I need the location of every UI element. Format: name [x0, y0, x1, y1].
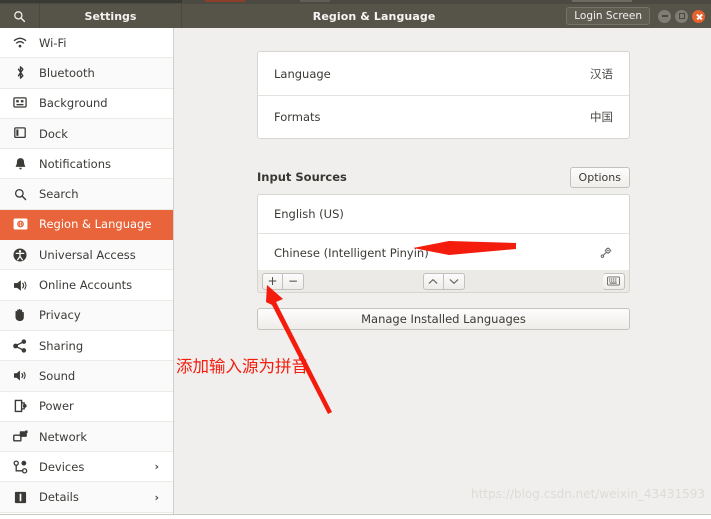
keyboard-layout-group	[603, 272, 625, 290]
sidebar-item-label: Universal Access	[39, 247, 136, 262]
privacy-hand-icon	[10, 307, 30, 323]
sidebar-item-label: Wi-Fi	[39, 35, 67, 50]
desktop-sliver-right	[572, 0, 632, 2]
reorder-group	[422, 272, 465, 290]
online-accounts-icon	[10, 277, 30, 293]
input-source-row-chinese[interactable]: Chinese (Intelligent Pinyin)	[258, 233, 629, 271]
settings-window: Settings Region & Language Login Screen …	[0, 0, 711, 519]
settings-label: Settings	[40, 4, 182, 28]
sidebar-item-details[interactable]: Details ›	[0, 482, 173, 513]
sidebar-item-region-language[interactable]: Region & Language	[0, 209, 173, 241]
language-card: Language 汉语 Formats 中国	[257, 51, 630, 139]
titlebar: Settings Region & Language Login Screen	[0, 4, 711, 28]
sidebar-item-label: Network	[39, 429, 88, 444]
sidebar-item-label: Search	[39, 187, 79, 202]
desktop-sliver-accent	[205, 0, 245, 2]
network-icon	[10, 429, 30, 445]
sharing-icon	[10, 338, 30, 354]
move-down-button[interactable]	[443, 272, 465, 290]
sidebar-item-sound[interactable]: Sound	[0, 361, 173, 392]
remove-input-source-button[interactable]: −	[283, 272, 304, 290]
maximize-button[interactable]	[675, 9, 688, 23]
input-sources-header: Input Sources Options	[257, 166, 630, 188]
background-icon	[10, 95, 30, 111]
keyboard-icon[interactable]	[603, 272, 625, 290]
add-remove-group: + −	[262, 272, 304, 290]
details-icon	[10, 489, 30, 505]
options-button[interactable]: Options	[569, 166, 630, 188]
sidebar-item-label: Background	[39, 96, 108, 111]
sound-icon	[10, 368, 30, 384]
formats-label: Formats	[274, 110, 321, 124]
sidebar-item-label: Dock	[39, 126, 68, 141]
sidebar[interactable]: Wi-Fi Bluetooth Background Dock Notifica…	[0, 28, 174, 519]
universal-access-icon	[10, 247, 30, 263]
sidebar-item-label: Sharing	[39, 338, 84, 353]
input-sources-toolbar: + −	[257, 270, 630, 293]
move-up-button[interactable]	[422, 272, 444, 290]
desktop-sliver-left	[0, 0, 182, 3]
sidebar-item-label: Notifications	[39, 156, 111, 171]
search-button[interactable]	[0, 4, 40, 28]
minimize-button[interactable]	[658, 9, 671, 23]
sidebar-item-wifi[interactable]: Wi-Fi	[0, 28, 173, 59]
sidebar-item-label: Devices	[39, 459, 85, 474]
sidebar-item-label: Region & Language	[39, 217, 152, 232]
sidebar-item-power[interactable]: Power	[0, 392, 173, 422]
page-title: Region & Language	[312, 9, 436, 23]
bluetooth-icon	[10, 65, 30, 81]
desktop-sliver-mid	[300, 0, 330, 2]
formats-value: 中国	[590, 110, 613, 124]
preferences-gear-icon[interactable]	[599, 246, 613, 260]
window-bottom-edge	[0, 514, 711, 519]
devices-icon	[10, 459, 30, 475]
input-source-row-english[interactable]: English (US)	[258, 195, 629, 233]
sidebar-item-devices[interactable]: Devices ›	[0, 452, 173, 483]
sidebar-item-universal-access[interactable]: Universal Access	[0, 240, 173, 271]
main-content: Language 汉语 Formats 中国 Input Sources Opt…	[175, 28, 711, 519]
sidebar-item-bluetooth[interactable]: Bluetooth	[0, 58, 173, 89]
language-label: Language	[274, 66, 331, 81]
login-screen-button[interactable]: Login Screen	[566, 7, 650, 25]
wifi-icon	[10, 35, 30, 51]
sidebar-item-label: Online Accounts	[39, 278, 133, 293]
language-row[interactable]: Language 汉语	[258, 52, 629, 95]
input-sources-list: English (US) Chinese (Intelligent Pinyin…	[257, 194, 630, 272]
sidebar-item-label: Details	[39, 490, 79, 505]
input-source-label: Chinese (Intelligent Pinyin)	[274, 245, 429, 260]
chevron-right-icon: ›	[154, 460, 159, 474]
sidebar-item-background[interactable]: Background	[0, 89, 173, 119]
sidebar-item-label: Sound	[39, 368, 76, 383]
sidebar-item-label: Power	[39, 399, 74, 414]
sidebar-item-label: Bluetooth	[39, 65, 95, 80]
input-source-label: English (US)	[274, 207, 344, 221]
sidebar-item-search[interactable]: Search	[0, 179, 173, 210]
window-controls	[658, 9, 705, 23]
manage-installed-languages-button[interactable]: Manage Installed Languages	[257, 308, 630, 330]
close-button[interactable]	[692, 9, 705, 23]
sidebar-item-network[interactable]: Network	[0, 421, 173, 453]
sidebar-item-privacy[interactable]: Privacy	[0, 300, 173, 331]
bell-icon	[10, 156, 30, 172]
sidebar-item-sharing[interactable]: Sharing	[0, 331, 173, 362]
sidebar-item-online-accounts[interactable]: Online Accounts	[0, 270, 173, 301]
input-sources-title: Input Sources	[257, 170, 347, 184]
chevron-right-icon: ›	[154, 490, 159, 504]
power-icon	[10, 398, 30, 414]
search-icon	[10, 186, 30, 202]
sidebar-item-label: Privacy	[39, 308, 81, 323]
sidebar-item-dock[interactable]: Dock	[0, 118, 173, 150]
formats-row[interactable]: Formats 中国	[258, 95, 629, 138]
search-icon	[13, 10, 26, 23]
dock-icon	[10, 126, 30, 142]
sidebar-item-notifications[interactable]: Notifications	[0, 149, 173, 180]
language-value: 汉语	[590, 66, 613, 81]
watermark: https://blog.csdn.net/weixin_43431593	[470, 487, 705, 501]
region-language-icon	[10, 216, 30, 232]
add-input-source-button[interactable]: +	[262, 272, 283, 290]
